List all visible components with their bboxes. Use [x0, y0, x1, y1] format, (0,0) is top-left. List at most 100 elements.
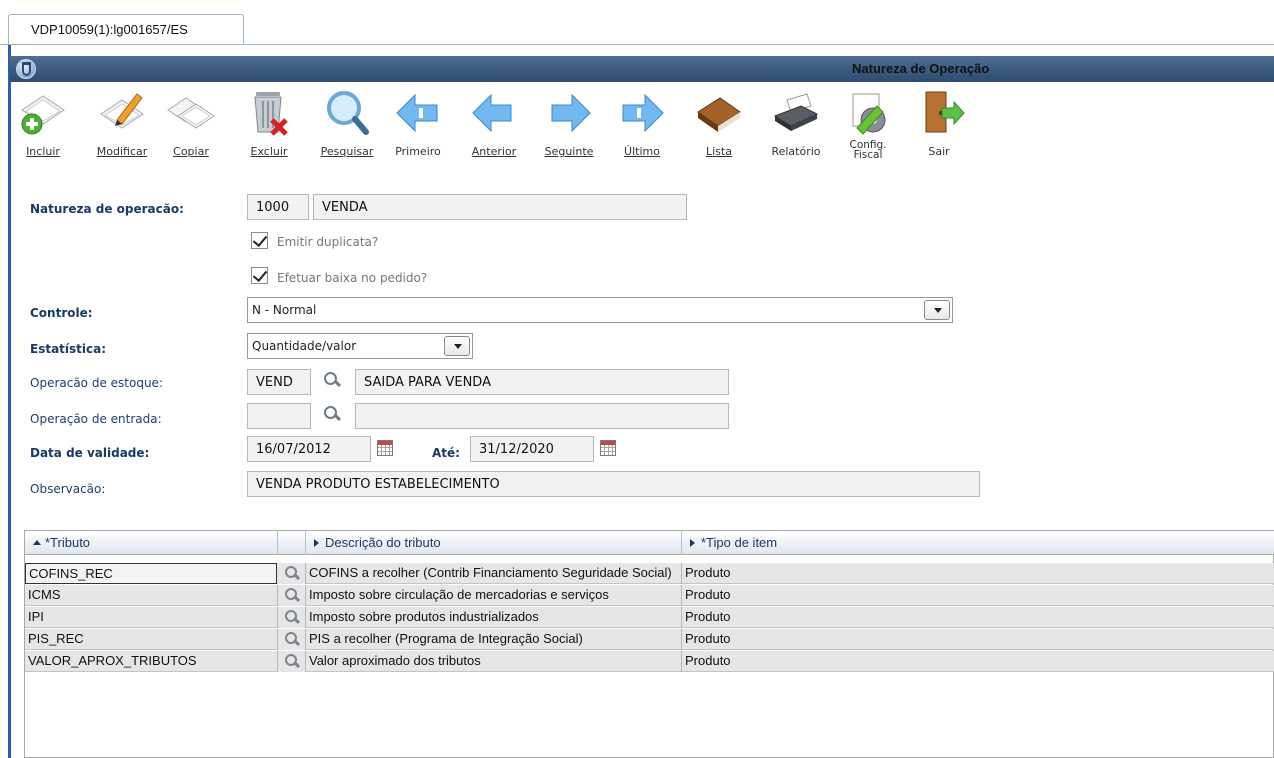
last-record-icon: [617, 88, 667, 138]
cell-tributo[interactable]: PIS_REC: [25, 629, 278, 650]
primeiro-label: Primeiro: [395, 145, 441, 158]
grid-header-tipo-label: *Tipo de item: [701, 535, 778, 550]
op-estoque-code-field[interactable]: VEND: [247, 369, 311, 395]
config-fiscal-button[interactable]: Config. Fiscal: [840, 88, 896, 174]
natureza-code-field[interactable]: 1000: [247, 194, 309, 220]
pesquisar-button[interactable]: Pesquisar: [314, 88, 380, 174]
lista-button[interactable]: Lista: [694, 88, 744, 174]
copiar-label: Copiar: [173, 145, 209, 158]
cell-tributo[interactable]: VALOR_APROX_TRIBUTOS: [25, 651, 278, 672]
anterior-button[interactable]: Anterior: [466, 88, 522, 174]
cell-tributo[interactable]: ICMS: [25, 585, 278, 606]
primeiro-button[interactable]: Primeiro: [389, 88, 447, 174]
row-search-button[interactable]: [278, 585, 306, 606]
sort-ascending-icon: [33, 540, 41, 545]
estatistica-value: Quantidade/valor: [252, 339, 357, 353]
table-row[interactable]: COFINS_REC COFINS a recolher (Contrib Fi…: [25, 563, 1274, 584]
validade-label: Data de validade:: [30, 446, 150, 460]
search-icon: [283, 565, 301, 583]
cell-tipo[interactable]: Produto: [682, 563, 1274, 584]
seguinte-label: Seguinte: [544, 145, 594, 158]
incluir-button[interactable]: Incluir: [18, 88, 68, 174]
modificar-button[interactable]: Modificar: [88, 88, 156, 174]
table-row[interactable]: ICMS Imposto sobre circulação de mercado…: [25, 585, 1274, 606]
cell-tributo[interactable]: IPI: [25, 607, 278, 628]
grid-header-tipo[interactable]: *Tipo de item: [682, 531, 1274, 555]
controle-value: N - Normal: [252, 303, 317, 317]
modificar-label: Modificar: [96, 145, 148, 158]
emitir-duplicata-label: Emitir duplicata?: [277, 235, 379, 249]
copiar-button[interactable]: Copiar: [166, 88, 216, 174]
previous-arrow-icon: [469, 88, 519, 138]
controle-select[interactable]: N - Normal: [247, 297, 953, 323]
row-search-button[interactable]: [278, 607, 306, 628]
observacao-field[interactable]: VENDA PRODUTO ESTABELECIMENTO: [247, 471, 980, 497]
observacao-label: Observacão:: [30, 482, 106, 496]
table-row[interactable]: VALOR_APROX_TRIBUTOS Valor aproximado do…: [25, 651, 1274, 672]
config-fiscal-label: Config. Fiscal: [840, 140, 896, 161]
app-logo-icon: [16, 59, 36, 79]
tab-divider: [0, 44, 1274, 45]
estatistica-dropdown-icon[interactable]: [444, 336, 470, 356]
cell-descricao: Imposto sobre circulação de mercadorias …: [306, 585, 682, 606]
cell-tributo[interactable]: COFINS_REC: [25, 563, 277, 584]
search-icon: [283, 609, 301, 627]
ultimo-button[interactable]: Último: [616, 88, 668, 174]
op-estoque-label: Operacão de estoque:: [30, 376, 163, 390]
program-tab[interactable]: VDP10059(1):lg001657/ES: [8, 14, 244, 45]
next-arrow-icon: [544, 88, 594, 138]
controle-label: Controle:: [30, 306, 93, 320]
emitir-duplicata-checkbox[interactable]: [251, 232, 268, 249]
excluir-label: Excluir: [250, 145, 288, 158]
grid-header-descricao[interactable]: Descrição do tributo: [306, 531, 682, 555]
cell-descricao: Imposto sobre produtos industrializados: [306, 607, 682, 628]
lista-label: Lista: [706, 145, 732, 158]
op-entrada-code-field[interactable]: [247, 403, 311, 429]
op-entrada-label: Operação de entrada:: [30, 412, 162, 426]
efetuar-baixa-label: Efetuar baixa no pedido?: [277, 271, 428, 285]
validade-de-calendar-icon[interactable]: [377, 440, 393, 456]
cell-descricao: COFINS a recolher (Contrib Financiamento…: [306, 563, 682, 584]
anterior-label: Anterior: [471, 145, 517, 158]
row-search-button[interactable]: [278, 629, 306, 650]
natureza-desc-field: VENDA: [313, 194, 687, 220]
program-tab-label: VDP10059(1):lg001657/ES: [31, 22, 188, 37]
config-fiscal-label-line2: Fiscal: [853, 149, 883, 161]
relatorio-button[interactable]: Relatório: [763, 88, 829, 174]
op-entrada-search-icon[interactable]: [322, 405, 342, 425]
table-row[interactable]: IPI Imposto sobre produtos industrializa…: [25, 607, 1274, 628]
grid-header-descricao-label: Descrição do tributo: [325, 535, 441, 550]
op-estoque-desc-field: SAIDA PARA VENDA: [355, 369, 729, 395]
sair-button[interactable]: Sair: [916, 88, 965, 174]
add-document-icon: [18, 88, 68, 138]
validade-ate-calendar-icon[interactable]: [600, 440, 616, 456]
ultimo-label: Último: [624, 145, 660, 158]
excluir-button[interactable]: Excluir: [244, 88, 294, 174]
grid-header: *Tributo Descrição do tributo *Tipo de i…: [25, 531, 1274, 555]
row-search-button[interactable]: [278, 651, 306, 672]
grid-header-tributo[interactable]: *Tributo: [25, 531, 278, 555]
sair-label: Sair: [928, 145, 950, 158]
column-arrow-icon: [690, 539, 695, 547]
controle-dropdown-icon[interactable]: [924, 300, 950, 320]
op-estoque-search-icon[interactable]: [322, 371, 342, 391]
tributos-grid: *Tributo Descrição do tributo *Tipo de i…: [24, 530, 1274, 758]
window-titlebar: Natureza de Operação: [10, 56, 1274, 82]
seguinte-button[interactable]: Seguinte: [541, 88, 597, 174]
validade-de-field[interactable]: 16/07/2012: [247, 436, 371, 462]
grid-header-search-col: [278, 531, 306, 555]
efetuar-baixa-checkbox[interactable]: [251, 267, 268, 284]
printer-icon: [771, 88, 821, 138]
estatistica-select[interactable]: Quantidade/valor: [247, 333, 473, 359]
row-search-button[interactable]: [278, 563, 306, 584]
grid-header-tributo-label: *Tributo: [45, 535, 91, 550]
search-icon: [283, 653, 301, 671]
cell-tipo[interactable]: Produto: [682, 585, 1274, 606]
cell-descricao: Valor aproximado dos tributos: [306, 651, 682, 672]
cell-tipo[interactable]: Produto: [682, 629, 1274, 650]
table-row[interactable]: PIS_REC PIS a recolher (Programa de Inte…: [25, 629, 1274, 650]
cell-tipo[interactable]: Produto: [682, 651, 1274, 672]
validade-ate-field[interactable]: 31/12/2020: [470, 436, 594, 462]
cell-tipo[interactable]: Produto: [682, 607, 1274, 628]
edit-document-icon: [97, 88, 147, 138]
